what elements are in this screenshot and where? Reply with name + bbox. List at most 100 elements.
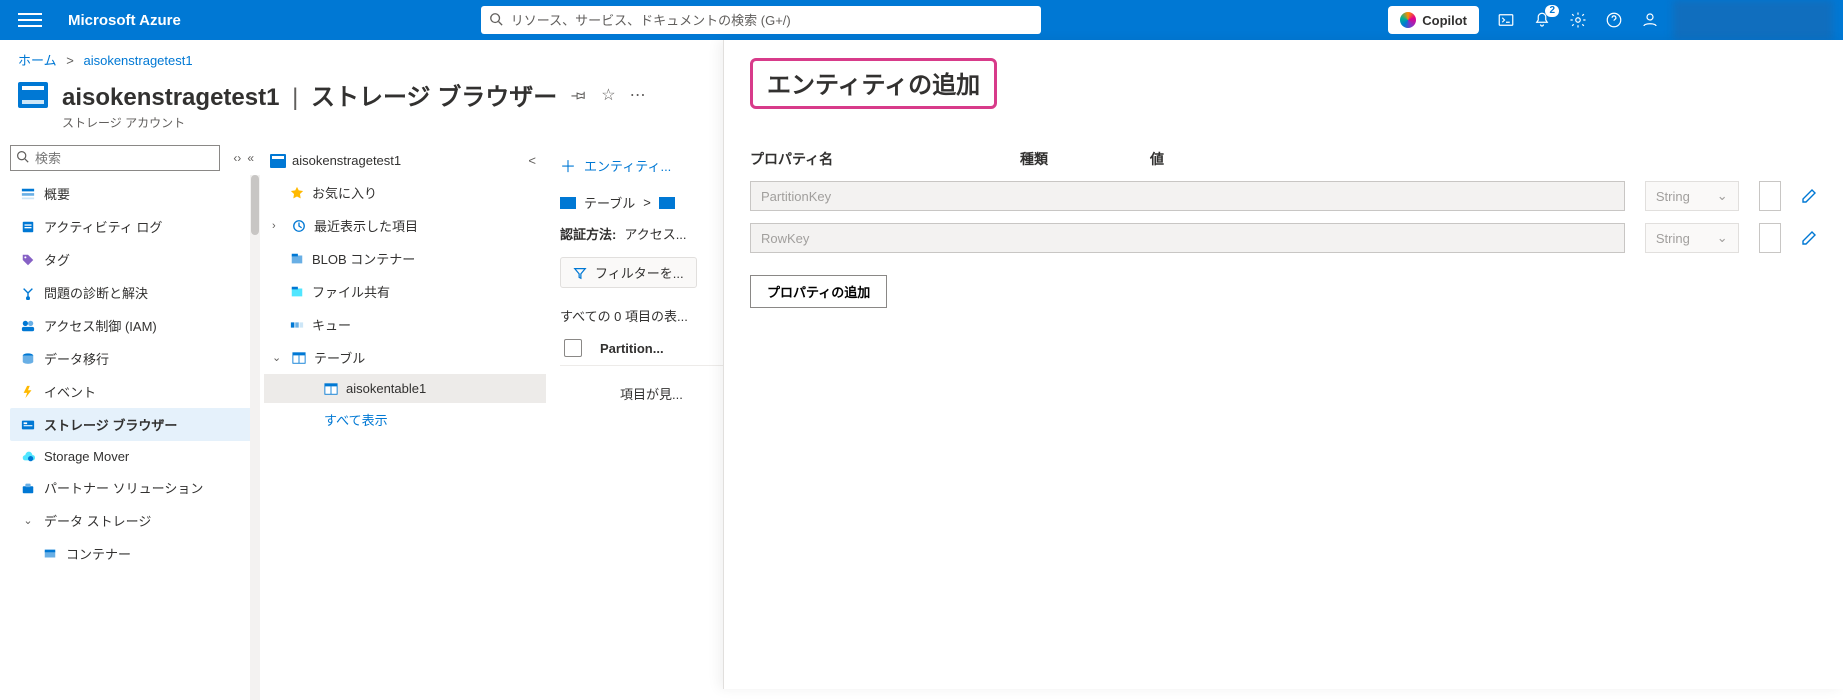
events-icon (20, 384, 36, 400)
nav-tags[interactable]: タグ (10, 243, 254, 276)
select-all-checkbox[interactable] (564, 339, 582, 357)
collapse-tree-icon[interactable]: < (528, 153, 536, 168)
nav-overview[interactable]: 概要 (10, 177, 254, 210)
table-icon (560, 197, 576, 209)
tree-recent[interactable]: ›最近表示した項目 (264, 209, 546, 242)
feedback-icon[interactable] (1641, 11, 1659, 29)
leftnav-search-row: ‹› « (10, 145, 254, 171)
tree-blob[interactable]: BLOB コンテナー (264, 242, 546, 275)
container-icon (42, 546, 58, 562)
topbar: Microsoft Azure Copilot 2 (0, 0, 1843, 40)
tree-table-entry[interactable]: aisokentable1 (264, 374, 546, 403)
tree-label: aisokentable1 (346, 381, 426, 396)
collapse-nav-icon[interactable]: « (247, 151, 254, 165)
add-property-button[interactable]: プロパティの追加 (750, 275, 887, 308)
tree-table[interactable]: ⌄テーブル (264, 341, 546, 374)
tree-favorites[interactable]: お気に入り (264, 176, 546, 209)
tree-queue[interactable]: キュー (264, 308, 546, 341)
global-search-input[interactable] (481, 6, 1041, 34)
copilot-label: Copilot (1422, 13, 1467, 28)
add-entity-cmd[interactable]: エンティティ... (584, 156, 671, 175)
partner-icon (20, 480, 36, 496)
page-title: aisokenstragetest1 | ストレージ ブラウザー (62, 77, 557, 112)
help-icon[interactable] (1605, 11, 1623, 29)
migration-icon (20, 351, 36, 367)
breadcrumb-sep: > (66, 53, 74, 68)
favorite-icon[interactable]: ☆ (601, 85, 615, 105)
cloud-shell-icon[interactable] (1497, 11, 1515, 29)
path-table-label[interactable]: テーブル (584, 193, 635, 212)
table-icon (659, 197, 675, 209)
pin-icon[interactable] (571, 87, 587, 103)
copilot-button[interactable]: Copilot (1388, 6, 1479, 34)
blob-icon (290, 252, 304, 266)
notifications-icon[interactable]: 2 (1533, 11, 1551, 29)
nav-label: パートナー ソリューション (44, 478, 203, 497)
nav-partner-solutions[interactable]: パートナー ソリューション (10, 471, 254, 504)
type-value: String (1656, 189, 1690, 204)
nav-storage-browser[interactable]: ストレージ ブラウザー (10, 408, 254, 441)
auth-value: アクセス... (624, 224, 686, 243)
nav-label: アクセス制御 (IAM) (44, 316, 157, 335)
nav-label: データ ストレージ (44, 511, 151, 530)
prop-name-input (750, 181, 1625, 211)
menu-toggle[interactable] (18, 8, 42, 32)
left-nav: ‹› « 概要 アクティビティ ログ タグ 問題の診断と解決 アクセス制御 (I… (0, 141, 260, 700)
expand-toggle-icon[interactable]: ‹› (233, 151, 241, 165)
nav-storage-mover[interactable]: Storage Mover (10, 441, 254, 471)
tree-label: ファイル共有 (312, 282, 390, 301)
diagnose-icon (20, 285, 36, 301)
nav-label: Storage Mover (44, 449, 129, 464)
property-row-rowkey: String ⌄ (750, 223, 1817, 253)
overview-icon (20, 186, 36, 202)
fileshare-icon (290, 285, 304, 299)
title-separator: | (292, 84, 298, 111)
prop-type-select: String ⌄ (1645, 223, 1739, 253)
breadcrumb-resource[interactable]: aisokenstragetest1 (83, 53, 192, 68)
settings-icon[interactable] (1569, 11, 1587, 29)
account-area[interactable] (1673, 0, 1833, 40)
tree-fileshare[interactable]: ファイル共有 (264, 275, 546, 308)
copilot-icon (1400, 12, 1416, 28)
nav-containers[interactable]: コンテナー (10, 537, 254, 570)
top-icon-bar: 2 (1497, 11, 1659, 29)
prop-value-input[interactable] (1759, 223, 1781, 253)
panel-title-highlight: エンティティの追加 (750, 58, 997, 109)
leftnav-search-input[interactable] (10, 145, 220, 171)
chevron-down-icon: ⌄ (1717, 230, 1728, 246)
storage-tree: aisokenstragetest1 < お気に入り ›最近表示した項目 BLO… (260, 141, 550, 700)
prop-value-input[interactable] (1759, 181, 1781, 211)
nav-label: コンテナー (66, 544, 131, 563)
filter-icon (573, 266, 587, 280)
panel-title: エンティティの追加 (767, 65, 980, 100)
property-row-partitionkey: String ⌄ (750, 181, 1817, 211)
nav-events[interactable]: イベント (10, 375, 254, 408)
prop-name-input (750, 223, 1625, 253)
storage-browser-icon (20, 417, 36, 433)
tree-label: テーブル (314, 348, 365, 367)
nav-diagnose[interactable]: 問題の診断と解決 (10, 276, 254, 309)
breadcrumb-home[interactable]: ホーム (18, 53, 57, 68)
chevron-right-icon: › (272, 220, 284, 232)
col-partitionkey[interactable]: Partition... (600, 341, 664, 356)
nav-label: 概要 (44, 184, 70, 203)
filter-pill[interactable]: フィルターを... (560, 257, 697, 288)
more-icon[interactable]: ⋯ (630, 85, 646, 105)
tree-label: すべて表示 (324, 410, 388, 429)
tree-root-label: aisokenstragetest1 (292, 153, 401, 168)
tree-label: お気に入り (312, 183, 377, 202)
star-icon (290, 186, 304, 200)
storage-mover-icon (20, 448, 36, 464)
nav-data-storage-group[interactable]: ⌄ データ ストレージ (10, 504, 254, 537)
nav-data-migration[interactable]: データ移行 (10, 342, 254, 375)
edit-icon[interactable] (1801, 230, 1817, 246)
edit-icon[interactable] (1801, 188, 1817, 204)
tree-root[interactable]: aisokenstragetest1 (270, 153, 401, 168)
chevron-down-icon: ⌄ (20, 513, 36, 529)
property-headers: プロパティ名 種類 値 (750, 149, 1817, 169)
global-search (481, 6, 1041, 34)
leftnav-scrollbar[interactable] (250, 175, 260, 700)
nav-activity-log[interactable]: アクティビティ ログ (10, 210, 254, 243)
tree-show-all[interactable]: すべて表示 (264, 403, 546, 436)
nav-iam[interactable]: アクセス制御 (IAM) (10, 309, 254, 342)
